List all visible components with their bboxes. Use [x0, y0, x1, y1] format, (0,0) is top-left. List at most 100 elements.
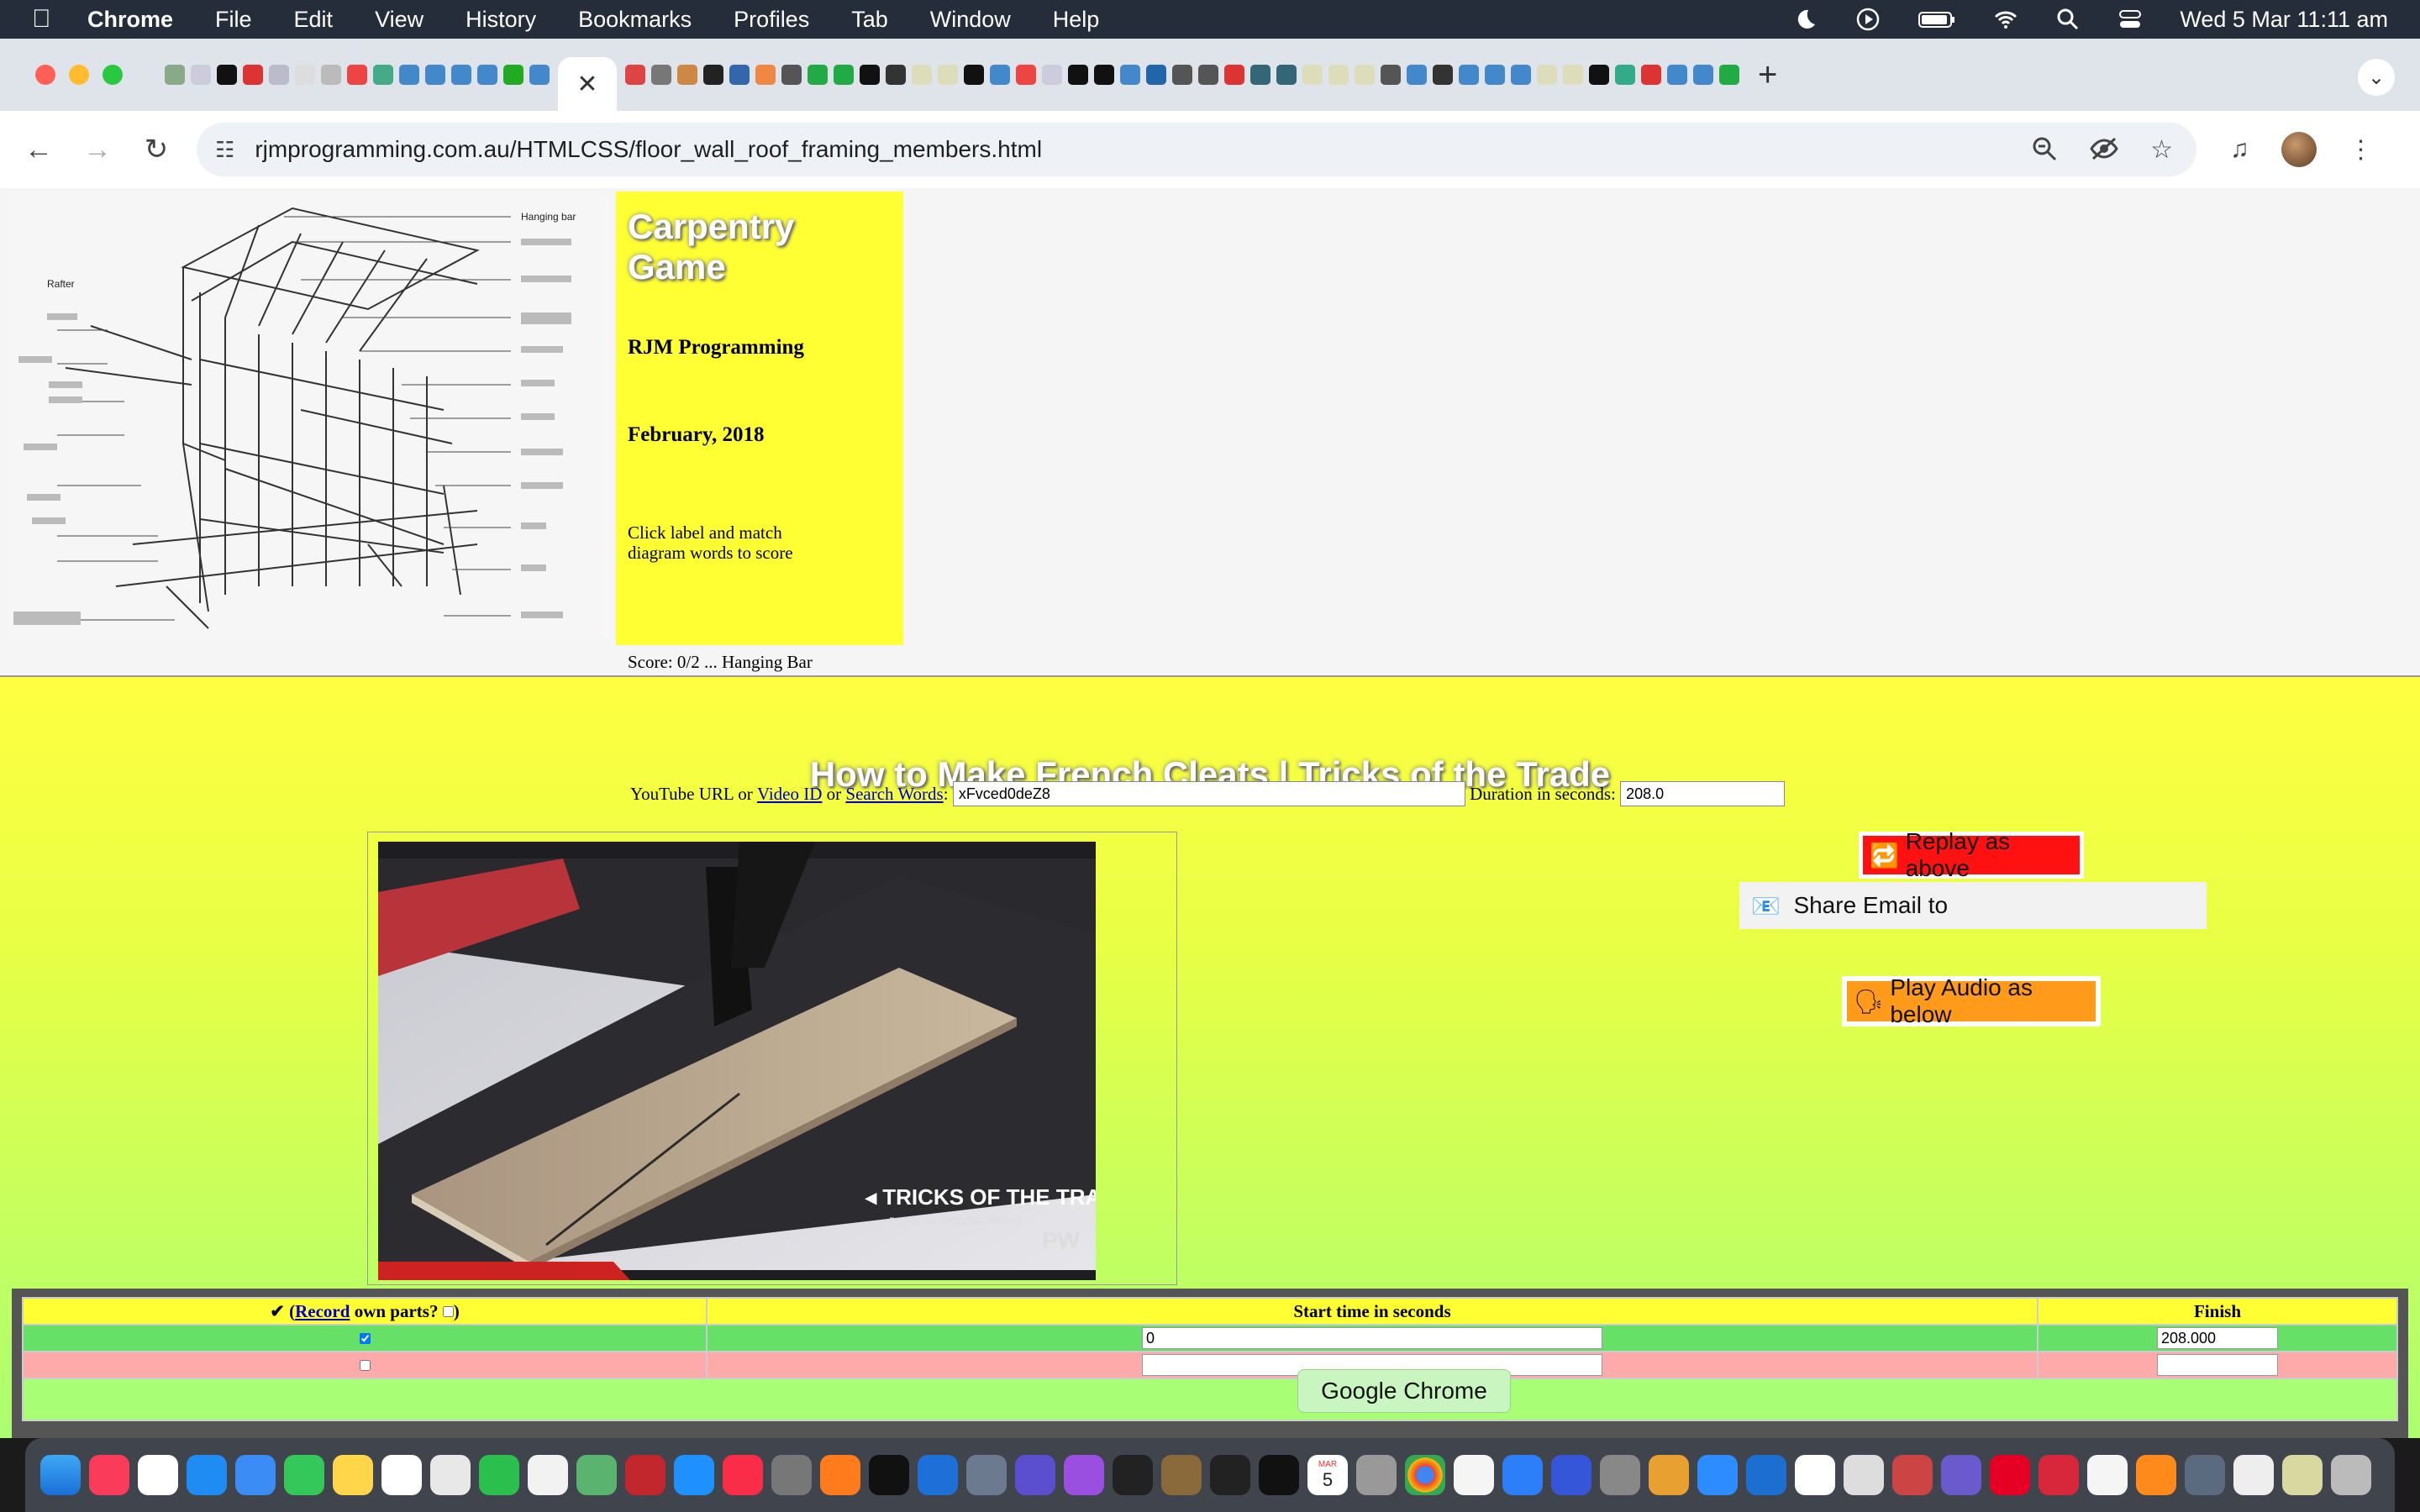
tab-favicon-icon[interactable]	[347, 65, 367, 85]
media-controls-icon[interactable]: ♫	[2230, 135, 2249, 164]
moon-icon[interactable]	[1793, 7, 1818, 32]
launchpad-icon[interactable]	[430, 1455, 471, 1495]
zoom-icon[interactable]	[2031, 135, 2058, 162]
address-bar[interactable]: ☷ rjmprogramming.com.au/HTMLCSS/floor_wa…	[197, 123, 2196, 176]
calendar-icon[interactable]: MAR 5	[1307, 1455, 1348, 1495]
trash-icon[interactable]	[2331, 1455, 2371, 1495]
menu-history[interactable]: History	[466, 7, 536, 33]
apple-icon[interactable]: 	[32, 5, 77, 34]
filezilla-icon[interactable]	[625, 1455, 666, 1495]
diagram-label-rafter[interactable]: Rafter	[47, 278, 75, 290]
tab-favicon-icon[interactable]	[651, 65, 671, 85]
menu-help[interactable]: Help	[1053, 7, 1100, 33]
tab-favicon-icon[interactable]	[503, 65, 523, 85]
tab-favicon-icon[interactable]	[191, 65, 211, 85]
document-icon[interactable]	[528, 1455, 568, 1495]
duration-input[interactable]	[1620, 781, 1786, 806]
script-editor-icon[interactable]	[2087, 1455, 2128, 1495]
eye-slash-icon[interactable]	[2090, 135, 2118, 162]
folder-icon[interactable]	[2185, 1455, 2225, 1495]
diagram-label-hanging-bar[interactable]: Hanging bar	[521, 211, 576, 223]
video-id-link[interactable]: Video ID	[757, 784, 822, 805]
notes-icon[interactable]	[333, 1455, 373, 1495]
close-tab-icon[interactable]: ✕	[576, 70, 597, 99]
profile-avatar[interactable]	[2281, 132, 2317, 167]
tab-favicon-icon[interactable]	[1042, 65, 1062, 85]
row-2-checkbox[interactable]	[359, 1359, 371, 1371]
apple-tv-icon[interactable]	[869, 1455, 909, 1495]
forward-arrow-icon[interactable]: →	[77, 129, 118, 170]
gimp-icon[interactable]	[771, 1455, 812, 1495]
terminal-icon[interactable]	[1113, 1455, 1153, 1495]
window-icon[interactable]	[2233, 1455, 2274, 1495]
tab-favicon-icon[interactable]	[703, 65, 723, 85]
tab-favicon-icon[interactable]	[373, 65, 393, 85]
wifi-icon[interactable]	[1993, 7, 2018, 32]
compass-icon[interactable]	[918, 1455, 958, 1495]
bbedit-icon[interactable]	[1015, 1455, 1055, 1495]
archive-icon[interactable]	[1161, 1455, 1202, 1495]
pencil-icon[interactable]	[1892, 1455, 1933, 1495]
tab-favicon-icon[interactable]	[886, 65, 906, 85]
tab-favicon-icon[interactable]	[990, 65, 1010, 85]
tab-favicon-icon[interactable]	[729, 65, 750, 85]
replay-button[interactable]: 🔁 Replay as above	[1859, 828, 2084, 881]
tab-favicon-icon[interactable]	[1381, 65, 1401, 85]
tab-favicon-icon[interactable]	[1355, 65, 1375, 85]
menu-edit[interactable]: Edit	[294, 7, 334, 33]
reminders-icon[interactable]	[138, 1455, 178, 1495]
address-bar-url[interactable]: rjmprogramming.com.au/HTMLCSS/floor_wall…	[255, 136, 1042, 163]
tab-favicon-icon[interactable]	[1068, 65, 1088, 85]
tab-favicon-icon[interactable]	[1459, 65, 1479, 85]
menu-view[interactable]: View	[375, 7, 424, 33]
bookmark-star-icon[interactable]: ☆	[2150, 135, 2173, 165]
tab-favicon-icon[interactable]	[529, 65, 550, 85]
tab-favicon-icon[interactable]	[1433, 65, 1453, 85]
tab-favicon-icon[interactable]	[860, 65, 880, 85]
tab-favicon-icon[interactable]	[165, 65, 185, 85]
record-link[interactable]: Record	[295, 1301, 350, 1321]
terminal-icon[interactable]	[1259, 1455, 1299, 1495]
zoom-app-icon[interactable]	[1697, 1455, 1738, 1495]
news-icon[interactable]	[723, 1455, 763, 1495]
site-settings-icon[interactable]: ☷	[215, 137, 234, 163]
tab-favicon-icon[interactable]	[912, 65, 932, 85]
tab-favicon-icon[interactable]	[1120, 65, 1140, 85]
tab-favicon-icon[interactable]	[1094, 65, 1114, 85]
menu-file[interactable]: File	[215, 7, 252, 33]
minimize-window-button[interactable]	[69, 65, 89, 85]
tab-favicon-icon[interactable]	[1172, 65, 1192, 85]
menubar-clock[interactable]: Wed 5 Mar 11:11 am	[2180, 7, 2388, 33]
paint-icon[interactable]	[1649, 1455, 1689, 1495]
battery-icon[interactable]	[1918, 7, 1956, 32]
tab-favicon-icon[interactable]	[755, 65, 776, 85]
youtube-video-player[interactable]: ◂ TRICKS OF THE TRADE ▸ POPULAR WOODWORK…	[378, 842, 1096, 1280]
back-arrow-icon[interactable]: ←	[18, 129, 59, 170]
document-icon[interactable]	[1454, 1455, 1494, 1495]
tab-favicon-icon[interactable]	[269, 65, 289, 85]
intellij-icon[interactable]	[1551, 1455, 1591, 1495]
menu-tab[interactable]: Tab	[851, 7, 888, 33]
search-words-link[interactable]: Search Words	[845, 784, 943, 805]
terminal-icon[interactable]	[1210, 1455, 1250, 1495]
tab-favicon-icon[interactable]	[1485, 65, 1505, 85]
share-email-button[interactable]: 📧 Share Email to	[1739, 882, 2207, 929]
quicktime-icon[interactable]	[1502, 1455, 1543, 1495]
tab-favicon-icon[interactable]	[1407, 65, 1427, 85]
menu-window[interactable]: Window	[930, 7, 1011, 33]
tab-favicon-icon[interactable]	[1276, 65, 1297, 85]
tab-favicon-icon[interactable]	[677, 65, 697, 85]
preview-icon[interactable]	[966, 1455, 1007, 1495]
active-tab[interactable]: ✕	[558, 57, 617, 111]
inkscape-icon[interactable]	[1795, 1455, 1835, 1495]
tab-favicon-icon[interactable]	[321, 65, 341, 85]
video-frame-image[interactable]: ◂ TRICKS OF THE TRADE ▸ POPULAR WOODWORK…	[378, 842, 1096, 1280]
row-1-start-input[interactable]	[1142, 1327, 1602, 1350]
podcasts-icon[interactable]	[1064, 1455, 1104, 1495]
tab-favicon-icon[interactable]	[1198, 65, 1218, 85]
maps-icon[interactable]	[576, 1455, 617, 1495]
tableplus-icon[interactable]	[1844, 1455, 1884, 1495]
reload-icon[interactable]: ↻	[136, 129, 176, 170]
tab-favicon-icon[interactable]	[964, 65, 984, 85]
tab-favicon-icon[interactable]	[1693, 65, 1713, 85]
